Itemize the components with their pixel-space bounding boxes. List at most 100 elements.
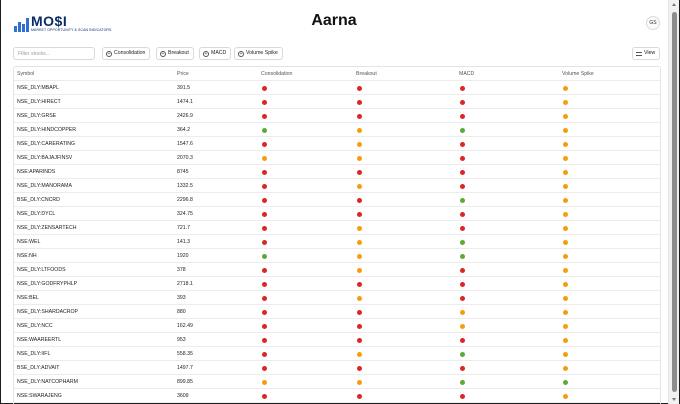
consolidation-status-dot [262,379,267,385]
table-row[interactable]: NSE_DLY:IIFL 558.35 [14,347,660,361]
volume-spike-status-dot [563,337,568,343]
volume-spike-status-dot [563,267,568,273]
breakout-status-dot [357,225,362,231]
price-cell: 2070.3 [177,155,193,161]
consolidation-status-dot [262,337,267,343]
page-title: Aarna [311,12,357,29]
table-row[interactable]: NSE:APARINDS 8745 [14,165,660,179]
macd-status-dot [460,351,465,357]
consolidation-status-dot [262,183,267,189]
column-header-consolidation[interactable]: Consolidation [261,67,292,81]
table-row[interactable]: NSE_DLY:GODFRYPHLP 2718.1 [14,277,660,291]
volume-spike-status-dot [563,155,568,161]
table-row[interactable]: NSE:NH 1920 [14,249,660,263]
symbol-cell: NSE_DLY:LTFOODS [17,267,66,273]
symbol-cell: NSE:WEL [17,239,41,245]
volume-spike-status-dot [563,309,568,315]
breakout-status-dot [357,99,362,105]
filter-stocks-input[interactable] [13,47,95,60]
table-row[interactable]: NSE_DLY:GRSE 2426.9 [14,109,660,123]
table-row[interactable]: NSE_DLY:ZENSARTECH 721.7 [14,221,660,235]
symbol-cell: NSE_DLY:GRSE [17,113,57,119]
consolidation-status-dot [262,169,267,175]
table-row[interactable]: NSE:SWARAJENG 3609 [14,389,660,403]
table-row[interactable]: BSE_DLY:ADVAIT 1497.7 [14,361,660,375]
table-header-row: Symbol Price Consolidation Breakout MACD… [14,67,660,81]
scroll-down-arrow-icon[interactable] [672,398,676,401]
scrollbar-thumb[interactable] [672,12,677,392]
table-row[interactable]: NSE_DLY:NCC 162.49 [14,319,660,333]
volume-spike-status-dot [563,85,568,91]
filter-chip-volume-spike[interactable]: + Volume Spike [234,47,283,60]
macd-status-dot [460,211,465,217]
macd-status-dot [460,85,465,91]
vertical-scrollbar[interactable] [668,0,679,404]
table-row[interactable]: NSE_DLY:BAJAJFINSV 2070.3 [14,151,660,165]
price-cell: 378 [177,267,186,273]
breakout-status-dot [357,113,362,119]
price-cell: 1474.1 [177,99,193,105]
table-row[interactable]: NSE:WAAREERTL 953 [14,333,660,347]
symbol-cell: BSE_DLY:CNCRD [17,197,60,203]
stocks-table: Symbol Price Consolidation Breakout MACD… [13,66,661,404]
consolidation-status-dot [262,239,267,245]
symbol-cell: NSE_DLY:NATCOPHARM [17,379,78,385]
macd-status-dot [460,295,465,301]
breakout-status-dot [357,295,362,301]
table-row[interactable]: NSE_DLY:DYCL 324.75 [14,207,660,221]
view-button[interactable]: View [632,47,660,60]
column-header-macd[interactable]: MACD [459,67,474,81]
symbol-cell: NSE_DLY:BAJAJFINSV [17,155,73,161]
table-row[interactable]: BSE_DLY:CNCRD 2296.8 [14,193,660,207]
column-header-volume-spike[interactable]: Volume Spike [562,67,594,81]
volume-spike-status-dot [563,365,568,371]
table-row[interactable]: NSE_DLY:NATCOPHARM 899.85 [14,375,660,389]
header: MO$I MARKET OPPORTUNITY & SCAN INDICATOR… [0,0,668,44]
macd-status-dot [460,127,465,133]
column-header-symbol[interactable]: Symbol [17,67,34,81]
table-row[interactable]: NSE_DLY:CARERATING 1547.6 [14,137,660,151]
consolidation-status-dot [262,99,267,105]
column-header-breakout[interactable]: Breakout [356,67,377,81]
price-cell: 1497.7 [177,365,193,371]
consolidation-status-dot [262,197,267,203]
macd-status-dot [460,365,465,371]
price-cell: 364.2 [177,127,190,133]
breakout-status-dot [357,323,362,329]
table-row[interactable]: NSE_DLY:SHARDACROP 880 [14,305,660,319]
symbol-cell: NSE_DLY:NCC [17,323,53,329]
volume-spike-status-dot [563,141,568,147]
filter-chip-consolidation[interactable]: + Consolidation [102,47,151,60]
table-row[interactable]: NSE_DLY:LTFOODS 378 [14,263,660,277]
breakout-status-dot [357,239,362,245]
avatar[interactable]: GS [646,16,660,30]
symbol-cell: BSE_DLY:ADVAIT [17,365,60,371]
consolidation-status-dot [262,127,267,133]
table-row[interactable]: NSE:WEL 141.3 [14,235,660,249]
consolidation-status-dot [262,393,267,399]
table-row[interactable]: NSE_DLY:MANORAMA 1332.5 [14,179,660,193]
macd-status-dot [460,99,465,105]
macd-status-dot [460,225,465,231]
macd-status-dot [460,155,465,161]
price-cell: 2718.1 [177,281,193,287]
consolidation-status-dot [262,309,267,315]
price-cell: 1547.6 [177,141,193,147]
scroll-up-arrow-icon[interactable] [672,3,676,6]
table-row[interactable]: NSE_DLY:HIRECT 1474.1 [14,95,660,109]
price-cell: 953 [177,337,186,343]
breakout-status-dot [357,337,362,343]
table-row[interactable]: NSE_DLY:HINDCOPPER 364.2 [14,123,660,137]
consolidation-status-dot [262,155,267,161]
table-row[interactable]: NSE_DLY:MBAPL 391.5 [14,81,660,95]
filter-chip-macd[interactable]: + MACD [199,47,232,60]
macd-status-dot [460,337,465,343]
macd-status-dot [460,239,465,245]
table-row[interactable]: NSE:BEL 393 [14,291,660,305]
symbol-cell: NSE_DLY:SHARDACROP [17,309,79,315]
consolidation-status-dot [262,225,267,231]
filter-chip-breakout[interactable]: + Breakout [156,47,194,60]
view-label: View [644,50,656,56]
column-header-price[interactable]: Price [177,67,189,81]
symbol-cell: NSE_DLY:MBAPL [17,85,59,91]
